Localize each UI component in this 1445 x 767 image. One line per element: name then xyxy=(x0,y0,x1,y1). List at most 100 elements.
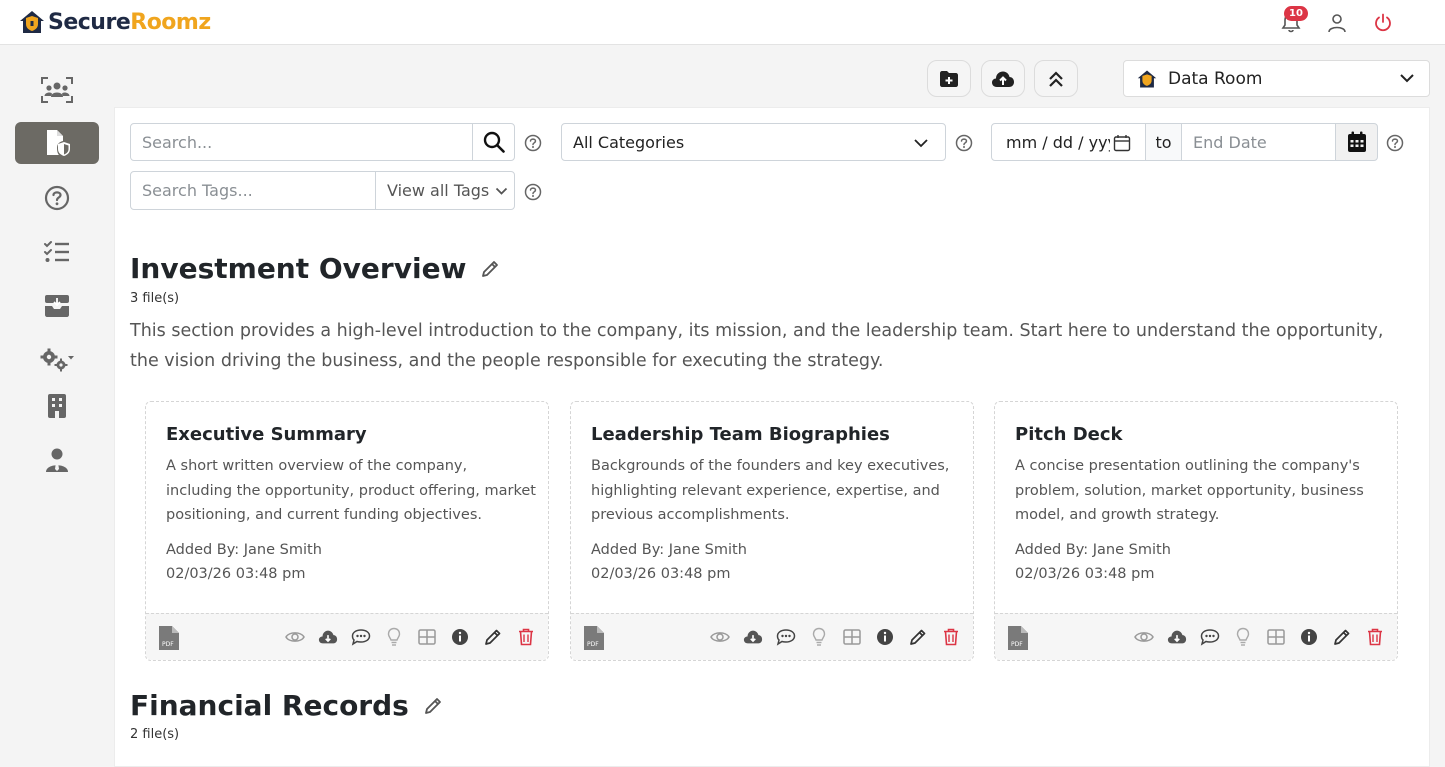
sidebar-item-inbox[interactable] xyxy=(15,285,99,327)
section-title-text: Financial Records xyxy=(130,689,409,722)
file-card-description: A concise presentation outlining the com… xyxy=(1015,458,1364,523)
file-card-description: Backgrounds of the founders and key exec… xyxy=(591,458,950,523)
eye-icon xyxy=(1134,632,1154,642)
edit-button[interactable] xyxy=(908,627,928,647)
date-range-to-label: to xyxy=(1155,132,1172,152)
info-button[interactable] xyxy=(875,627,895,647)
table-view-button[interactable] xyxy=(842,627,862,647)
sidebar-item-account[interactable] xyxy=(15,439,99,481)
profile-button[interactable] xyxy=(1325,11,1349,35)
insight-button[interactable] xyxy=(809,627,829,647)
sidebar-item-users[interactable] xyxy=(15,69,99,111)
pencil-icon[interactable] xyxy=(423,696,443,716)
search-input-placeholder: Search... xyxy=(142,132,213,152)
date-help-icon[interactable] xyxy=(1386,134,1404,152)
sidebar-item-documents[interactable] xyxy=(15,122,99,164)
lightbulb-icon xyxy=(812,627,826,646)
file-card-footer: PDF xyxy=(571,613,973,660)
info-button[interactable] xyxy=(450,627,470,647)
info-circle-icon xyxy=(877,629,893,645)
table-icon xyxy=(418,629,436,645)
logout-button[interactable] xyxy=(1371,11,1395,35)
file-card-date: 02/03/26 03:48 pm xyxy=(1015,566,1155,582)
start-date-input[interactable]: mm / dd / yyyy xyxy=(991,123,1146,161)
file-shield-icon xyxy=(47,130,70,156)
file-card[interactable]: Executive Summary A short written overvi… xyxy=(145,401,549,661)
comment-icon xyxy=(1200,629,1220,646)
edit-button[interactable] xyxy=(1332,627,1352,647)
section-title: Financial Records xyxy=(130,689,443,722)
file-card-actions xyxy=(285,627,536,647)
sidebar-item-organization[interactable] xyxy=(15,385,99,427)
download-button[interactable] xyxy=(318,627,338,647)
calendar-outline-icon xyxy=(1113,135,1131,152)
data-room-selector[interactable]: Data Room xyxy=(1123,60,1430,97)
question-circle-icon xyxy=(44,185,70,211)
cloud-download-icon xyxy=(743,630,763,644)
category-help-icon[interactable] xyxy=(955,134,973,152)
upload-button[interactable] xyxy=(981,60,1025,97)
end-date-picker-button[interactable] xyxy=(1335,123,1378,161)
insight-button[interactable] xyxy=(1233,627,1253,647)
search-help-icon[interactable] xyxy=(524,134,542,152)
tags-search-input[interactable]: Search Tags... xyxy=(130,171,376,210)
pencil-icon xyxy=(485,629,501,645)
comment-button[interactable] xyxy=(351,627,371,647)
pencil-icon[interactable] xyxy=(480,259,500,279)
trash-icon xyxy=(944,628,958,646)
info-button[interactable] xyxy=(1299,627,1319,647)
user-icon xyxy=(1328,14,1346,33)
comment-icon xyxy=(351,629,371,646)
brand-logo[interactable]: Secure Roomz xyxy=(18,8,211,36)
checklist-icon xyxy=(44,241,69,262)
end-date-input[interactable]: End Date xyxy=(1181,123,1336,161)
folder-plus-icon xyxy=(940,70,958,87)
notifications-button[interactable]: 10 xyxy=(1279,6,1308,35)
delete-button[interactable] xyxy=(516,627,536,647)
gears-icon xyxy=(40,348,74,372)
edit-button[interactable] xyxy=(483,627,503,647)
file-card-footer: PDF xyxy=(146,613,548,660)
file-card-meta: Added By: Jane Smith 02/03/26 03:48 pm xyxy=(591,538,747,586)
sidebar-item-settings[interactable] xyxy=(15,339,99,381)
file-card-added-by: Added By: Jane Smith xyxy=(166,542,322,558)
date-range-separator: to xyxy=(1145,123,1182,161)
cloud-upload-icon xyxy=(992,71,1014,87)
download-button[interactable] xyxy=(743,627,763,647)
table-view-button[interactable] xyxy=(1266,627,1286,647)
collapse-all-button[interactable] xyxy=(1034,60,1078,97)
sidebar-item-checklist[interactable] xyxy=(15,231,99,273)
download-button[interactable] xyxy=(1167,627,1187,647)
comment-button[interactable] xyxy=(1200,627,1220,647)
category-select[interactable]: All Categories xyxy=(561,123,946,161)
file-card-date: 02/03/26 03:48 pm xyxy=(166,566,306,582)
end-date-placeholder: End Date xyxy=(1193,132,1267,152)
building-icon xyxy=(48,394,66,418)
section-title-text: Investment Overview xyxy=(130,252,467,285)
table-view-button[interactable] xyxy=(417,627,437,647)
cloud-download-icon xyxy=(1167,630,1187,644)
file-card[interactable]: Pitch Deck A concise presentation outlin… xyxy=(994,401,1398,661)
search-button[interactable] xyxy=(472,123,515,161)
insight-button[interactable] xyxy=(384,627,404,647)
chevron-down-icon xyxy=(1400,74,1414,83)
delete-button[interactable] xyxy=(941,627,961,647)
file-card-added-by: Added By: Jane Smith xyxy=(591,542,747,558)
view-all-tags-button[interactable]: View all Tags xyxy=(375,171,515,210)
view-button[interactable] xyxy=(285,627,305,647)
file-card-added-by: Added By: Jane Smith xyxy=(1015,542,1171,558)
view-all-tags-label: View all Tags xyxy=(387,181,490,200)
new-folder-button[interactable] xyxy=(927,60,971,97)
view-button[interactable] xyxy=(1134,627,1154,647)
comment-icon xyxy=(776,629,796,646)
tags-help-icon[interactable] xyxy=(524,183,542,201)
comment-button[interactable] xyxy=(776,627,796,647)
view-button[interactable] xyxy=(710,627,730,647)
file-card-footer: PDF xyxy=(995,613,1397,660)
sidebar-item-help[interactable] xyxy=(15,177,99,219)
search-input[interactable]: Search... xyxy=(130,123,473,161)
top-bar: Secure Roomz 10 xyxy=(0,0,1445,45)
file-card-meta: Added By: Jane Smith 02/03/26 03:48 pm xyxy=(1015,538,1171,586)
delete-button[interactable] xyxy=(1365,627,1385,647)
file-card[interactable]: Leadership Team Biographies Backgrounds … xyxy=(570,401,974,661)
